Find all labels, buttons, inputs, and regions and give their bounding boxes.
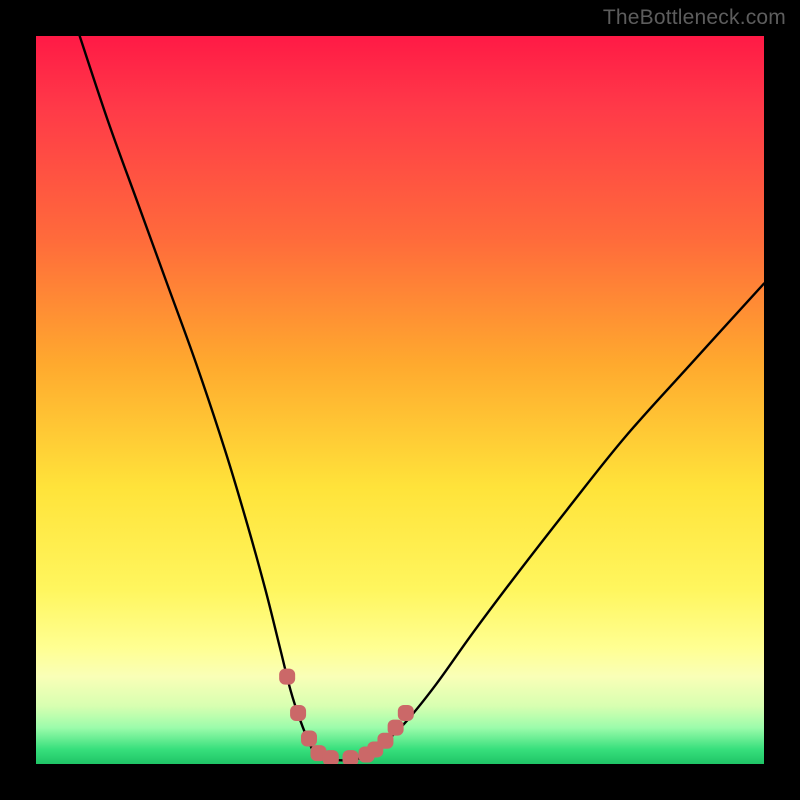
- chart-frame: TheBottleneck.com: [0, 0, 800, 800]
- marker-group: [279, 669, 414, 764]
- highlight-marker: [388, 720, 404, 736]
- watermark-text: TheBottleneck.com: [603, 6, 786, 30]
- highlight-marker: [279, 669, 295, 685]
- highlight-marker: [290, 705, 306, 721]
- bottleneck-curve: [80, 36, 764, 760]
- curve-group: [80, 36, 764, 760]
- highlight-marker: [301, 731, 317, 747]
- highlight-marker: [398, 705, 414, 721]
- highlight-marker: [323, 750, 339, 764]
- highlight-marker: [343, 750, 359, 764]
- highlight-marker: [377, 733, 393, 749]
- chart-svg: [36, 36, 764, 764]
